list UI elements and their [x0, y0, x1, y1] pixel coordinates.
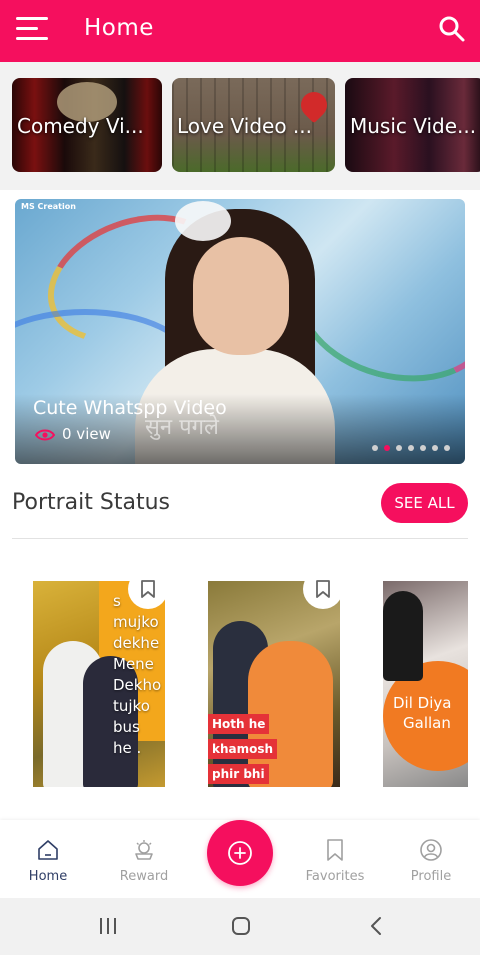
reward-icon	[135, 840, 153, 860]
caption-line: mujko	[113, 613, 159, 631]
video-credit: MS Creation	[21, 202, 76, 211]
nav-label: Reward	[119, 869, 169, 884]
category-card-love[interactable]: Love Video ...	[172, 78, 335, 172]
section-title: Portrait Status	[12, 490, 170, 515]
add-circle-icon	[228, 841, 252, 865]
category-strip: Comedy Vi... Love Video ... Music Vide..…	[0, 62, 480, 190]
caption-line: bus	[113, 718, 140, 736]
portrait-status-card[interactable]: Dil Diya Gallan	[383, 581, 468, 787]
app-screen: Home Comedy Vi... Love Video ... Music V…	[0, 0, 480, 955]
pagination-dot-active[interactable]	[384, 445, 390, 451]
system-navigation-bar	[0, 898, 480, 955]
caption-line: dekhe	[113, 634, 160, 652]
pagination-dot[interactable]	[432, 445, 438, 451]
nav-label: Home	[28, 869, 68, 884]
see-all-button[interactable]: SEE ALL	[381, 483, 468, 523]
card-caption: Dil Diya Gallan	[393, 693, 451, 733]
nav-label: Profile	[410, 869, 452, 884]
featured-video-carousel[interactable]: MS Creation सुन पगले Cute Whatspp Video …	[15, 199, 465, 464]
nav-item-reward[interactable]: Reward	[104, 838, 184, 884]
category-label: Music Vide...	[350, 114, 477, 138]
search-icon[interactable]	[438, 15, 466, 43]
caption-line: Dekho	[113, 676, 162, 694]
category-label: Love Video ...	[177, 114, 312, 138]
back-icon[interactable]	[368, 916, 384, 936]
caption-line: Mene	[113, 655, 154, 673]
top-app-bar: Home	[0, 0, 480, 62]
featured-video-title: Cute Whatspp Video	[33, 397, 227, 419]
thumbnail-figure	[175, 201, 231, 241]
carousel-pagination	[372, 445, 450, 451]
nav-item-home[interactable]: Home	[8, 838, 88, 884]
category-card-music[interactable]: Music Vide...	[345, 78, 480, 172]
pagination-dot[interactable]	[420, 445, 426, 451]
portrait-status-card[interactable]: s mujko dekhe Mene Dekho tujko bus he .	[33, 581, 165, 787]
bookmark-button[interactable]	[303, 569, 343, 609]
caption-line: Dil Diya	[393, 694, 452, 712]
thumbnail-figure	[383, 591, 423, 681]
portrait-status-card[interactable]: Hoth he khamosh phir bhi	[208, 581, 340, 787]
nav-label: Favorites	[305, 869, 365, 884]
caption-line: khamosh	[208, 739, 278, 759]
caption-line: Hoth he	[208, 714, 270, 734]
page-title: Home	[84, 15, 154, 41]
card-caption: Hoth he khamosh phir bhi	[208, 713, 288, 787]
view-count: 0 view	[62, 425, 111, 443]
pagination-dot[interactable]	[396, 445, 402, 451]
bookmark-icon	[316, 580, 330, 598]
caption-line: he .	[113, 739, 142, 757]
category-label: Comedy Vi...	[17, 114, 144, 138]
bookmark-icon	[327, 839, 343, 861]
eye-icon	[35, 429, 55, 441]
thumbnail-figure	[193, 237, 289, 355]
home-icon	[38, 840, 58, 860]
profile-icon	[420, 839, 442, 861]
section-divider	[12, 538, 468, 539]
pagination-dot[interactable]	[372, 445, 378, 451]
nav-item-profile[interactable]: Profile	[391, 838, 471, 884]
bookmark-icon	[141, 580, 155, 598]
caption-line: tujko	[113, 697, 150, 715]
nav-item-favorites[interactable]: Favorites	[295, 838, 375, 884]
home-button-icon[interactable]	[231, 916, 251, 936]
recent-apps-icon[interactable]	[98, 916, 118, 936]
category-card-comedy[interactable]: Comedy Vi...	[12, 78, 162, 172]
card-caption: s mujko dekhe Mene Dekho tujko bus he .	[113, 591, 165, 759]
caption-line: Gallan	[403, 714, 451, 732]
hamburger-menu-icon[interactable]	[16, 17, 48, 41]
caption-line: phir bhi	[208, 764, 269, 784]
pagination-dot[interactable]	[408, 445, 414, 451]
create-fab-button[interactable]	[207, 820, 273, 886]
pagination-dot[interactable]	[444, 445, 450, 451]
bookmark-button[interactable]	[128, 569, 168, 609]
